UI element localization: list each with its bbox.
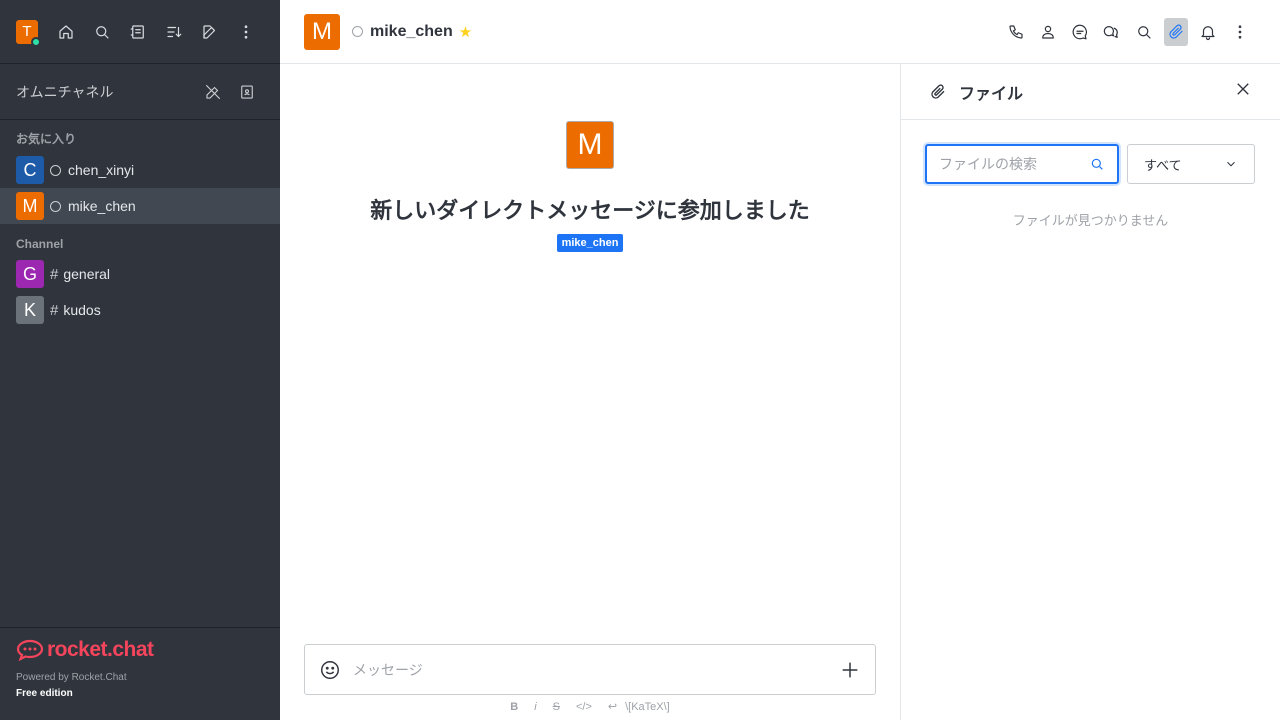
room-welcome: M 新しいダイレクトメッセージに参加しました mike_chen: [280, 121, 900, 252]
hash-icon: #: [50, 301, 59, 319]
room-avatar: G: [16, 260, 44, 288]
directory-icon[interactable]: [120, 16, 156, 48]
room-name: mike_chen: [68, 198, 136, 214]
file-type-select-value: すべて: [1144, 157, 1182, 173]
search-icon: [1091, 158, 1103, 170]
rocket-chat-logo-icon: [16, 639, 44, 662]
code-button[interactable]: </>: [576, 701, 592, 713]
file-search-input[interactable]: [939, 156, 1089, 172]
user-avatar[interactable]: T: [16, 19, 41, 47]
strike-button[interactable]: S: [553, 701, 560, 713]
offline-status-icon: [50, 164, 61, 176]
home-icon[interactable]: [48, 16, 84, 48]
powered-by-text: Powered by Rocket.Chat: [16, 672, 127, 683]
close-icon[interactable]: [1234, 80, 1252, 103]
notification-bell-icon[interactable]: [1192, 18, 1224, 46]
search-icon[interactable]: [84, 16, 120, 48]
welcome-text: 新しいダイレクトメッセージに参加しました: [370, 198, 810, 223]
contact-center-icon[interactable]: [230, 77, 264, 107]
discussion-icon[interactable]: [1064, 18, 1096, 46]
message-input[interactable]: [353, 661, 839, 678]
file-search-box: [925, 144, 1119, 184]
call-icon[interactable]: [1000, 18, 1032, 46]
rocket-chat-logo: rocket.chat: [16, 638, 264, 662]
room-toolbar: [1000, 17, 1256, 46]
files-filters: すべて: [901, 120, 1280, 184]
room-header: M mike_chen ★: [280, 0, 1280, 64]
room-avatar: C: [16, 156, 44, 184]
bold-button[interactable]: B: [510, 701, 518, 713]
files-panel: ファイル すべて ファイルが見つかりません: [901, 64, 1280, 720]
omnichannel-label: オムニチャネル: [16, 83, 114, 100]
sidebar-toolbar: [48, 16, 264, 48]
main-area: M mike_chen ★ M 新しいダイレクトメッセージに参加しました mik…: [280, 0, 1280, 720]
sort-icon[interactable]: [156, 16, 192, 48]
sidebar-footer: rocket.chat Powered by Rocket.Chat Free …: [0, 627, 280, 720]
room-avatar: M: [16, 192, 44, 220]
online-status-dot: [31, 36, 41, 47]
paperclip-icon: [931, 83, 945, 99]
sidebar-room-general[interactable]: G # general: [0, 256, 280, 292]
files-attachment-icon[interactable]: [1164, 17, 1188, 46]
create-new-icon[interactable]: [192, 16, 228, 48]
kebab-menu-icon[interactable]: [228, 16, 264, 48]
channel-section-title: Channel: [16, 237, 64, 251]
emoji-icon[interactable]: [319, 659, 341, 681]
offline-status-icon: [352, 26, 363, 37]
omnichannel-bar: オムニチャネル: [0, 64, 280, 120]
italic-button[interactable]: i: [534, 701, 536, 713]
room-name: kudos: [63, 302, 101, 318]
room-avatar: K: [16, 296, 44, 324]
sidebar: T オムニチャネル お気に入り C chen_xinyi M mike_chen…: [0, 0, 280, 720]
message-area: M 新しいダイレクトメッセージに参加しました mike_chen B i S <…: [280, 64, 901, 720]
omnichannel-offline-icon[interactable]: [196, 77, 230, 107]
room-header-title: mike_chen: [370, 22, 453, 40]
files-empty-text: ファイルが見つかりません: [1012, 213, 1169, 228]
sidebar-room-mike-chen[interactable]: M mike_chen: [0, 188, 280, 224]
favorite-star-icon[interactable]: ★: [459, 23, 472, 41]
katex-button[interactable]: \[KaTeX\]: [625, 701, 670, 713]
files-panel-header: ファイル: [901, 64, 1280, 120]
message-composer: [304, 644, 876, 695]
threads-icon[interactable]: [1096, 18, 1128, 46]
sidebar-room-chen-xinyi[interactable]: C chen_xinyi: [0, 152, 280, 188]
plus-icon[interactable]: [839, 659, 861, 681]
chevron-down-icon: [1227, 161, 1235, 167]
formatting-toolbar: B i S </> ↩ \[KaTeX\]: [280, 700, 900, 714]
file-type-select[interactable]: すべて: [1127, 144, 1255, 184]
hash-icon: #: [50, 265, 59, 283]
files-panel-title: ファイル: [959, 85, 1024, 103]
sidebar-room-kudos[interactable]: K # kudos: [0, 292, 280, 328]
edition-text: Free edition: [16, 688, 73, 699]
room-name: general: [63, 266, 111, 282]
room-header-avatar[interactable]: M: [304, 13, 340, 50]
user-info-icon[interactable]: [1032, 18, 1064, 46]
offline-status-icon: [50, 200, 61, 212]
app-root: T オムニチャネル お気に入り C chen_xinyi M mike_chen…: [0, 0, 1280, 720]
username-badge[interactable]: mike_chen: [556, 234, 624, 252]
search-messages-icon[interactable]: [1128, 18, 1160, 46]
welcome-avatar: M: [566, 121, 614, 169]
logo-text: rocket.chat: [47, 638, 154, 661]
room-name: chen_xinyi: [68, 162, 135, 178]
favorites-section-title: お気に入り: [16, 132, 77, 146]
sidebar-topbar: T: [0, 0, 280, 64]
multiline-button[interactable]: ↩: [608, 700, 617, 713]
kebab-menu-icon[interactable]: [1224, 18, 1256, 46]
user-avatar-letter: T: [22, 23, 32, 40]
